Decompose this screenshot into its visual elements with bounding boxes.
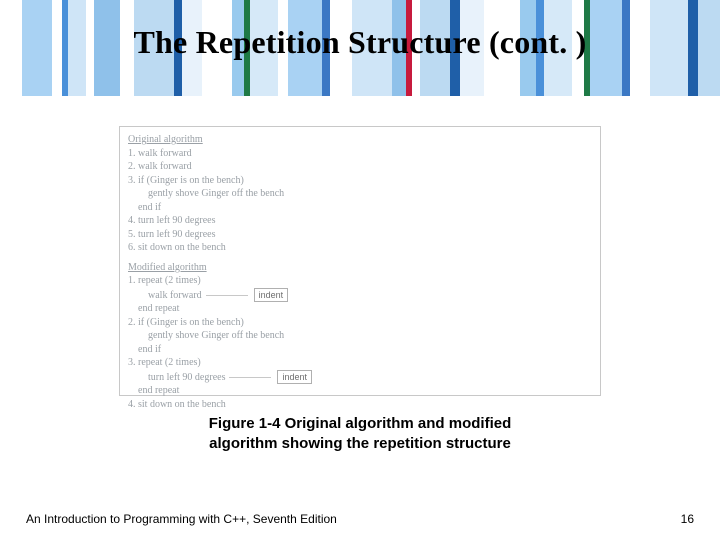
page-number: 16 <box>681 512 694 526</box>
algorithm-text: Original algorithm1. walk forward2. walk… <box>128 133 592 411</box>
figure-caption: Figure 1-4 Original algorithm and modifi… <box>0 414 720 455</box>
algo-line: end repeat <box>128 302 592 316</box>
algo-line: 2. if (Ginger is on the bench) <box>128 316 592 330</box>
algo-line: 1. walk forward <box>128 147 592 161</box>
connector-line <box>229 377 271 378</box>
algo-line: 6. sit down on the bench <box>128 241 592 255</box>
algo-line: end repeat <box>128 384 592 398</box>
algo-line: turn left 90 degreesindent <box>128 370 592 385</box>
algo-heading: Modified algorithm <box>128 261 592 275</box>
footer-book-title: An Introduction to Programming with C++,… <box>26 512 337 526</box>
slide: The Repetition Structure (cont. ) Origin… <box>0 0 720 540</box>
algo-line: 4. turn left 90 degrees <box>128 214 592 228</box>
algo-line: gently shove Ginger off the bench <box>128 329 592 343</box>
algo-line: walk forwardindent <box>128 288 592 303</box>
algo-line: 4. sit down on the bench <box>128 398 592 412</box>
figure-box: Original algorithm1. walk forward2. walk… <box>119 126 601 396</box>
connector-line <box>206 295 248 296</box>
algo-line: 3. if (Ginger is on the bench) <box>128 174 592 188</box>
algo-line: 5. turn left 90 degrees <box>128 228 592 242</box>
algo-line: gently shove Ginger off the bench <box>128 187 592 201</box>
algo-line: 2. walk forward <box>128 160 592 174</box>
indent-label: indent <box>254 288 289 302</box>
indent-label: indent <box>277 370 312 384</box>
algo-heading: Original algorithm <box>128 133 592 147</box>
algo-line: end if <box>128 201 592 215</box>
caption-line2: algorithm showing the repetition structu… <box>209 435 511 452</box>
slide-title: The Repetition Structure (cont. ) <box>0 24 720 61</box>
algo-line: 3. repeat (2 times) <box>128 356 592 370</box>
algo-line: 1. repeat (2 times) <box>128 274 592 288</box>
caption-line1: Figure 1-4 Original algorithm and modifi… <box>209 415 512 432</box>
algo-line: end if <box>128 343 592 357</box>
